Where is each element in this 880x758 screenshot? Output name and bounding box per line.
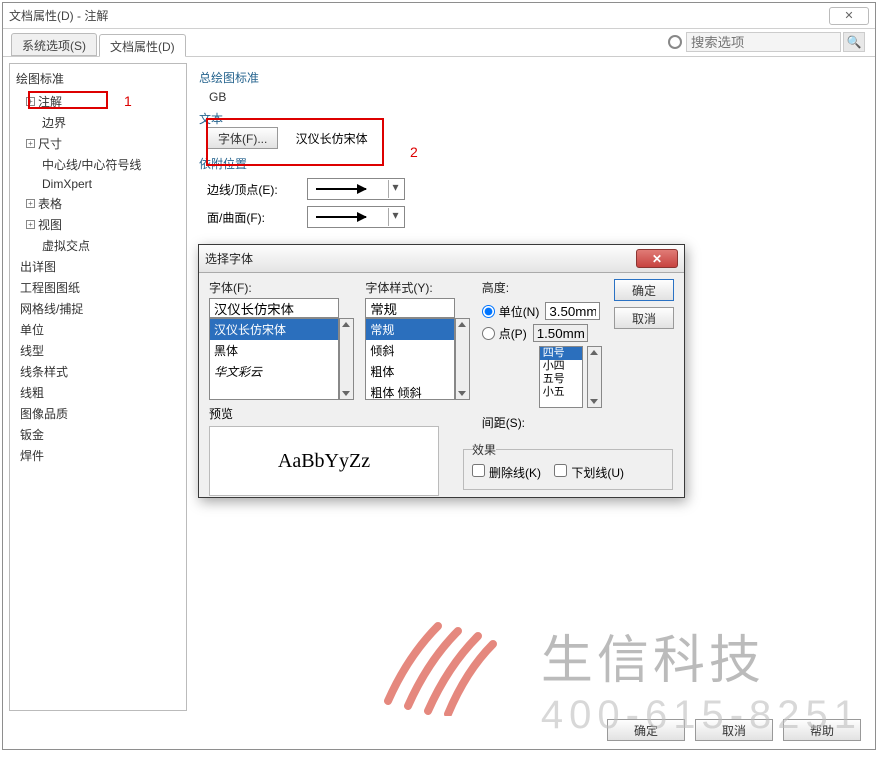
- tree-item-grid[interactable]: 网格线/捕捉: [16, 298, 186, 319]
- tree-item-sheets[interactable]: 工程图图纸: [16, 277, 186, 298]
- search-input[interactable]: [686, 32, 841, 52]
- tree-item-sheetmetal[interactable]: 钣金: [16, 424, 186, 445]
- list-item[interactable]: 四号: [540, 347, 582, 360]
- font-dialog-title: 选择字体: [205, 250, 636, 267]
- style-field-label: 字体样式(Y):: [365, 279, 470, 298]
- height-label: 高度:: [482, 279, 602, 298]
- tab-system-options[interactable]: 系统选项(S): [11, 33, 97, 56]
- expand-icon[interactable]: +: [26, 139, 35, 148]
- top-tab-bar: 系统选项(S) 文档属性(D) 🔍: [3, 29, 875, 57]
- current-font-name: 汉仪长仿宋体: [296, 132, 368, 146]
- face-arrow-select[interactable]: ▾: [307, 206, 405, 228]
- scrollbar[interactable]: [339, 318, 354, 400]
- text-label: 文本: [199, 110, 863, 127]
- point-value-input: [533, 324, 588, 342]
- list-item[interactable]: 粗体: [366, 361, 454, 382]
- tree-item-dimxpert[interactable]: DimXpert: [38, 175, 186, 193]
- size-list[interactable]: 四号 小四 五号 小五: [539, 346, 583, 408]
- effects-label: 效果: [472, 441, 496, 458]
- unit-radio[interactable]: [482, 305, 495, 318]
- tree-item-dimension[interactable]: +尺寸: [22, 133, 186, 154]
- tree-item-border[interactable]: 边界: [38, 112, 186, 133]
- tree-item-virtual-sharps[interactable]: 虚拟交点: [38, 235, 186, 256]
- font-dialog: 选择字体 ✕ 字体(F): 汉仪长仿宋体 黑体 华文彩云 字体样式(Y): 常规…: [198, 244, 685, 498]
- gear-icon: [668, 35, 682, 49]
- arrow-icon: [316, 188, 366, 190]
- std-label: 总绘图标准: [199, 65, 863, 88]
- scrollbar[interactable]: [587, 346, 602, 408]
- list-item[interactable]: 常规: [366, 319, 454, 340]
- list-item[interactable]: 倾斜: [366, 340, 454, 361]
- dialog-buttons: 确定 取消 帮助: [607, 719, 861, 741]
- help-button[interactable]: 帮助: [783, 719, 861, 741]
- attach-group: 依附位置 边线/顶点(E): ▾ 面/曲面(F): ▾: [199, 155, 863, 228]
- tree-item-weldments[interactable]: 焊件: [16, 445, 186, 466]
- titlebar: 文档属性(D) - 注解 ✕: [3, 3, 875, 29]
- text-group: 文本 字体(F)... 汉仪长仿宋体: [199, 110, 863, 149]
- scrollbar[interactable]: [455, 318, 470, 400]
- underline-option[interactable]: 下划线(U): [554, 466, 624, 480]
- font-dialog-titlebar: 选择字体 ✕: [199, 245, 684, 273]
- list-item[interactable]: 汉仪长仿宋体: [210, 319, 338, 340]
- preview-label: 预览: [209, 405, 439, 422]
- tree-item-image-quality[interactable]: 图像品质: [16, 403, 186, 424]
- expand-icon[interactable]: +: [26, 199, 35, 208]
- unit-value-input[interactable]: [545, 302, 600, 320]
- underline-checkbox[interactable]: [554, 464, 567, 477]
- list-item[interactable]: 五号: [540, 373, 582, 386]
- tree-item-annotations[interactable]: +注解: [22, 91, 186, 112]
- font-button[interactable]: 字体(F)...: [207, 127, 278, 149]
- list-item[interactable]: 小四: [540, 360, 582, 373]
- font-field-label: 字体(F):: [209, 279, 354, 298]
- strikeout-option[interactable]: 删除线(K): [472, 466, 541, 480]
- tree-item-detailing[interactable]: 出详图: [16, 256, 186, 277]
- tree-item-centerline[interactable]: 中心线/中心符号线: [38, 154, 186, 175]
- cancel-button[interactable]: 取消: [695, 719, 773, 741]
- list-item[interactable]: 粗体 倾斜: [366, 382, 454, 400]
- spacing-label: 间距(S):: [482, 414, 525, 431]
- close-icon[interactable]: ✕: [636, 249, 678, 268]
- edge-label: 边线/顶点(E):: [207, 181, 307, 198]
- face-label: 面/曲面(F):: [207, 209, 307, 226]
- font-list[interactable]: 汉仪长仿宋体 黑体 华文彩云: [209, 318, 339, 400]
- arrow-icon: [316, 216, 366, 218]
- search-icon[interactable]: 🔍: [843, 32, 865, 52]
- tree-item-units[interactable]: 单位: [16, 319, 186, 340]
- expand-icon[interactable]: +: [26, 220, 35, 229]
- point-radio[interactable]: [482, 327, 495, 340]
- tree-item-linestyle[interactable]: 线条样式: [16, 361, 186, 382]
- attach-label: 依附位置: [199, 155, 863, 172]
- list-item[interactable]: 华文彩云: [210, 361, 338, 382]
- tree-item-linetype[interactable]: 线型: [16, 340, 186, 361]
- preview-sample: AaBbYyZz: [209, 426, 439, 496]
- point-label: 点(P): [499, 325, 527, 342]
- tree-item-lineweight[interactable]: 线粗: [16, 382, 186, 403]
- font-ok-button[interactable]: 确定: [614, 279, 674, 301]
- tree-item-views[interactable]: +视图: [22, 214, 186, 235]
- effects-group: 效果 删除线(K) 下划线(U): [463, 441, 673, 490]
- font-cancel-button[interactable]: 取消: [614, 307, 674, 329]
- tree-item-tables[interactable]: +表格: [22, 193, 186, 214]
- style-list[interactable]: 常规 倾斜 粗体 粗体 倾斜: [365, 318, 455, 400]
- close-icon[interactable]: ✕: [829, 7, 869, 25]
- chevron-down-icon: ▾: [388, 208, 402, 226]
- style-input[interactable]: [365, 298, 455, 318]
- chevron-down-icon: ▾: [388, 180, 402, 198]
- search-options: 🔍: [668, 32, 865, 52]
- window-title: 文档属性(D) - 注解: [9, 7, 829, 24]
- std-value: GB: [199, 88, 863, 110]
- ok-button[interactable]: 确定: [607, 719, 685, 741]
- expand-icon[interactable]: +: [26, 97, 35, 106]
- tree-root-label: 绘图标准: [10, 66, 186, 91]
- list-item[interactable]: 黑体: [210, 340, 338, 361]
- category-tree: 绘图标准 +注解 边界 +尺寸 中心线/中心符号线 DimXpert +表格 +…: [9, 63, 187, 711]
- list-item[interactable]: 小五: [540, 386, 582, 399]
- unit-label: 单位(N): [499, 303, 540, 320]
- tab-document-properties[interactable]: 文档属性(D): [99, 34, 186, 57]
- edge-arrow-select[interactable]: ▾: [307, 178, 405, 200]
- font-name-input[interactable]: [209, 298, 339, 318]
- preview-group: 预览 AaBbYyZz: [209, 405, 439, 496]
- strikeout-checkbox[interactable]: [472, 464, 485, 477]
